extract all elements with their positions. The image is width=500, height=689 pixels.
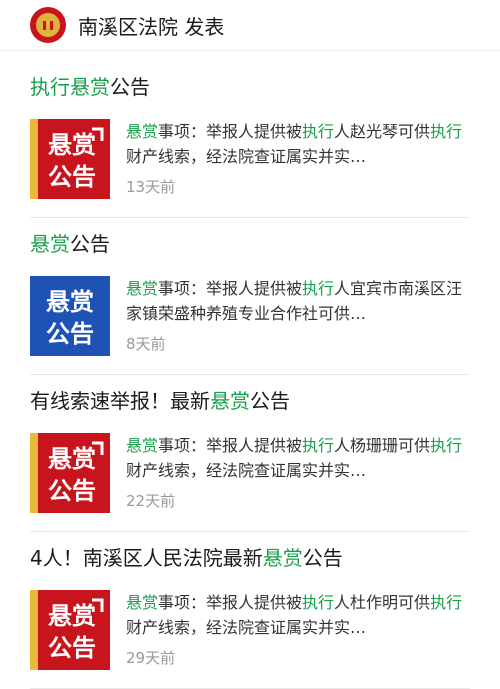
article-excerpt[interactable]: 悬赏事项：举报人提供被执行人杨珊珊可供执行财产线索，经法院查证属实并实…	[126, 433, 470, 483]
thumbnail-label: 公告	[46, 320, 94, 348]
reward-announcement-thumbnail-icon: 悬赏公告	[30, 590, 110, 670]
title-segment: 悬赏	[210, 389, 250, 413]
account-header[interactable]: 南溪区法院 发表	[0, 0, 500, 51]
excerpt-segment: 财产线索，经法院查证属实并实…	[126, 618, 367, 637]
article-title[interactable]: 有线索速举报！最新悬赏公告	[30, 387, 290, 415]
article-thumbnail[interactable]: 悬赏 公告	[30, 433, 110, 513]
header-title: 南溪区法院 发表	[78, 11, 224, 40]
article-excerpt[interactable]: 悬赏事项：举报人提供被执行人杜作明可供执行财产线索，经法院查证属实并实…	[126, 590, 470, 640]
excerpt-segment: 事项：举报人提供被	[158, 122, 303, 141]
thumbnail-label: 悬赏	[46, 288, 94, 316]
publish-time: 22天前	[126, 492, 176, 510]
title-segment: 公告	[70, 232, 110, 256]
article-title[interactable]: 4人！南溪区人民法院最新悬赏公告	[30, 544, 343, 572]
excerpt-segment: 悬赏	[126, 122, 159, 141]
title-segment: 悬赏	[70, 75, 110, 99]
article-thumbnail[interactable]: 悬赏 公告	[30, 119, 110, 199]
excerpt-segment: 执行	[302, 593, 335, 612]
excerpt-segment: 悬赏	[126, 279, 159, 298]
title-segment: 公告	[302, 546, 343, 570]
excerpt-segment: 执行	[302, 122, 335, 141]
excerpt-segment: 悬赏	[126, 436, 159, 455]
court-emblem-icon	[31, 8, 65, 42]
thumbnail-label: 公告	[48, 634, 96, 662]
reward-announcement-thumbnail-icon: 悬赏公告	[30, 119, 110, 199]
excerpt-segment: 执行	[430, 122, 463, 141]
publish-time: 29天前	[126, 649, 176, 667]
title-segment: 有线索速举报！最新	[30, 389, 210, 413]
title-segment: 公告	[250, 389, 290, 413]
excerpt-segment: 执行	[302, 436, 335, 455]
article-excerpt[interactable]: 悬赏事项：举报人提供被执行人宜宾市南溪区汪家镇荣盛种养殖专业合作社可供…	[126, 276, 470, 326]
excerpt-segment: 执行	[430, 593, 463, 612]
reward-announcement-thumbnail-icon: 悬赏公告	[30, 276, 110, 356]
excerpt-segment: 执行	[302, 279, 335, 298]
excerpt-segment: 事项：举报人提供被	[158, 593, 303, 612]
thumbnail-label: 悬赏	[48, 602, 96, 630]
header-action: 发表	[184, 14, 225, 39]
publish-time: 13天前	[126, 178, 176, 196]
account-name[interactable]: 南溪区法院	[78, 15, 178, 39]
thumbnail-label: 悬赏	[48, 445, 96, 473]
excerpt-segment: 人赵光琴可供	[334, 122, 431, 141]
title-segment: 4人！南溪区人民法院最新	[30, 546, 263, 570]
court-emblem-avatar[interactable]	[30, 7, 66, 43]
excerpt-segment: 事项：举报人提供被	[158, 436, 303, 455]
article-title[interactable]: 悬赏公告	[30, 230, 110, 258]
reward-announcement-thumbnail-icon: 悬赏公告	[30, 433, 110, 513]
excerpt-segment: 事项：举报人提供被	[158, 279, 303, 298]
article-title[interactable]: 执行悬赏公告	[30, 73, 150, 101]
article-card[interactable]: 有线索速举报！最新悬赏公告 悬赏 公告 悬赏事项：举报人提供被执行人杨珊珊可供执行财产…	[30, 375, 470, 532]
article-thumbnail[interactable]: 悬赏 公告	[30, 276, 110, 356]
thumbnail-label: 公告	[48, 477, 96, 505]
excerpt-segment: 财产线索，经法院查证属实并实…	[126, 147, 367, 166]
excerpt-segment: 财产线索，经法院查证属实并实…	[126, 461, 367, 480]
publish-time: 8天前	[126, 335, 166, 353]
excerpt-segment: 悬赏	[126, 593, 159, 612]
excerpt-segment: 人杨珊珊可供	[334, 436, 431, 455]
title-segment: 悬赏	[262, 546, 303, 570]
article-card[interactable]: 悬赏公告 悬赏 公告 悬赏事项：举报人提供被执行人宜宾市南溪区汪家镇荣盛种养殖专业合作…	[30, 218, 470, 375]
article-card[interactable]: 执行悬赏公告 悬赏 公告 悬赏事项：举报人提供被执行人赵光琴可供执行财产线索，经法院查…	[30, 61, 470, 218]
article-excerpt[interactable]: 悬赏事项：举报人提供被执行人赵光琴可供执行财产线索，经法院查证属实并实…	[126, 119, 470, 169]
article-feed: 执行悬赏公告 悬赏 公告 悬赏事项：举报人提供被执行人赵光琴可供执行财产线索，经法院查…	[0, 61, 500, 689]
thumbnail-label: 悬赏	[48, 131, 96, 159]
excerpt-segment: 执行	[430, 436, 463, 455]
title-segment: 悬赏	[30, 232, 70, 256]
thumbnail-label: 公告	[48, 163, 96, 191]
article-thumbnail[interactable]: 悬赏 公告	[30, 590, 110, 670]
article-card[interactable]: 4人！南溪区人民法院最新悬赏公告 悬赏 公告 悬赏事项：举报人提供被执行人杜作明可供执…	[30, 532, 470, 689]
excerpt-segment: 人杜作明可供	[334, 593, 431, 612]
title-segment: 执行	[30, 75, 70, 99]
title-segment: 公告	[110, 75, 150, 99]
